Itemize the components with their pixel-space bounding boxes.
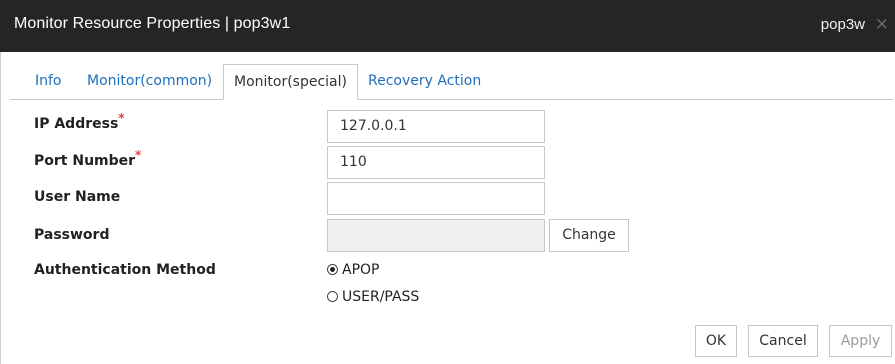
window-title: Monitor Resource Properties | pop3w1 [14, 15, 291, 32]
tab-monitor-common[interactable]: Monitor(common) [87, 64, 212, 99]
port-number-label-text: Port Number [34, 153, 136, 169]
port-number-label: Port Number* [34, 148, 141, 169]
ip-address-label: IP Address* [34, 111, 125, 132]
user-name-label: User Name [34, 189, 121, 205]
required-mark: * [118, 111, 125, 125]
radio-unchecked-icon [327, 291, 338, 302]
close-icon[interactable]: × [875, 14, 889, 34]
auth-method-label: Authentication Method [34, 262, 216, 278]
tab-monitor-special[interactable]: Monitor(special) [223, 64, 358, 100]
required-mark: * [135, 148, 142, 162]
tab-bar: Info Monitor(common) Monitor(special) Re… [10, 64, 893, 100]
password-input [327, 219, 545, 252]
title-bar: Monitor Resource Properties | pop3w1 pop… [0, 0, 895, 52]
radio-user-pass-label: USER/PASS [342, 289, 420, 305]
password-label: Password [34, 227, 110, 243]
port-number-input[interactable]: 110 [327, 146, 545, 179]
radio-apop-label: APOP [342, 262, 380, 278]
radio-apop[interactable]: APOP [327, 260, 379, 280]
change-password-button[interactable]: Change [549, 219, 629, 252]
radio-checked-icon [327, 264, 338, 275]
user-name-input[interactable] [327, 182, 545, 215]
apply-button: Apply [829, 325, 892, 357]
ip-address-label-text: IP Address [34, 116, 119, 132]
tab-info[interactable]: Info [35, 64, 62, 99]
ip-address-input[interactable]: 127.0.0.1 [327, 110, 545, 143]
tab-recovery-action[interactable]: Recovery Action [368, 64, 481, 99]
radio-user-pass[interactable]: USER/PASS [327, 287, 419, 307]
cancel-button[interactable]: Cancel [748, 325, 818, 357]
window-title-right: pop3w [820, 16, 865, 33]
dialog-left-border [0, 52, 1, 364]
ok-button[interactable]: OK [695, 325, 737, 357]
